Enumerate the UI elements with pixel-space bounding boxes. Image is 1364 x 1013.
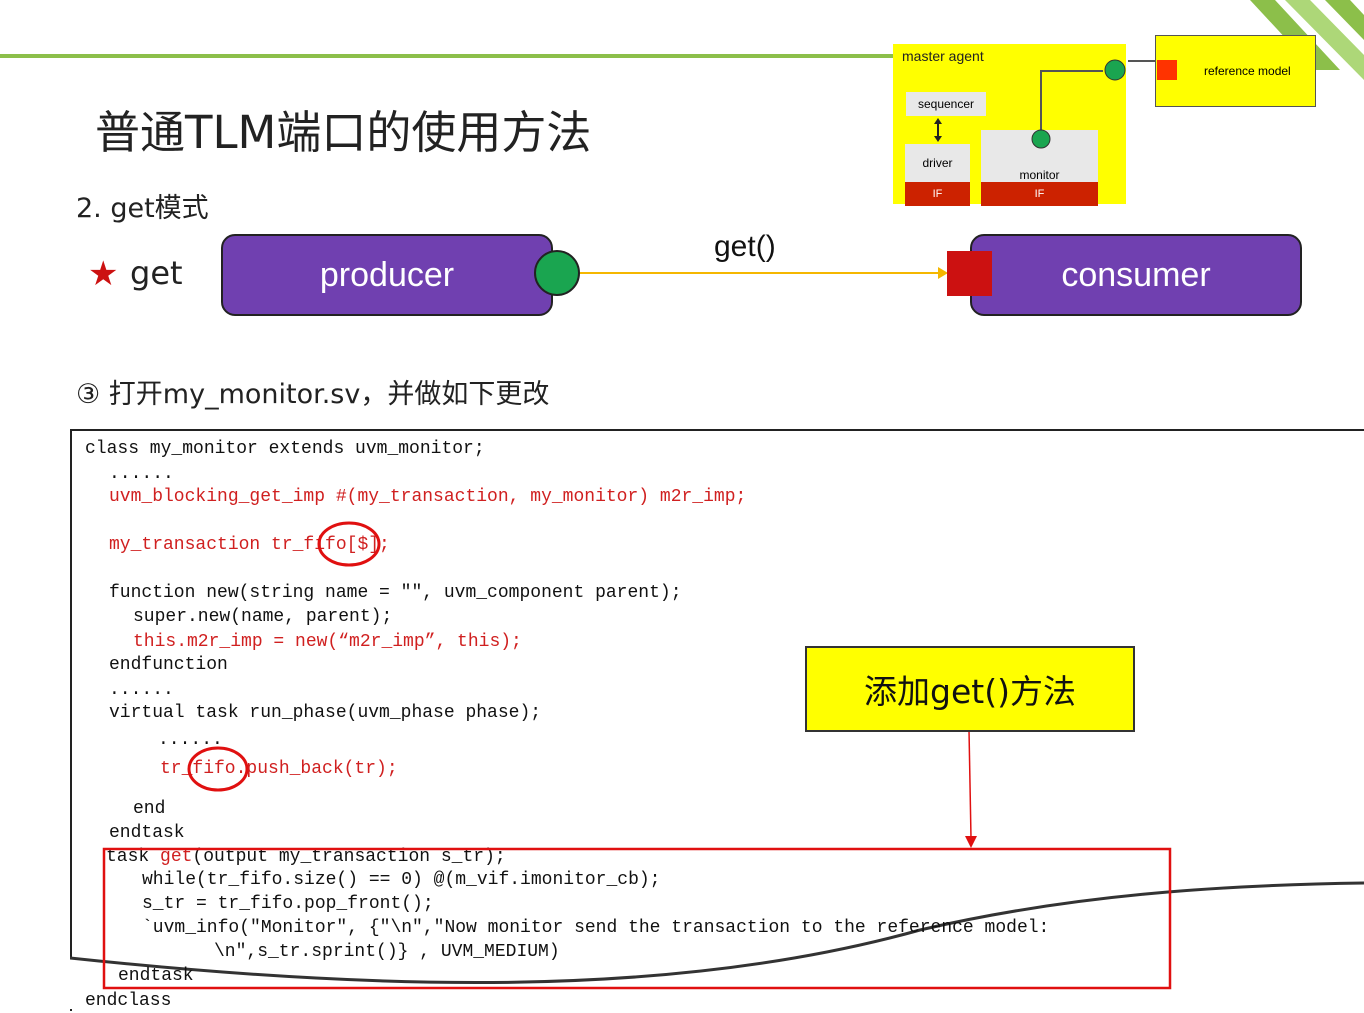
get-mode-label: get	[130, 254, 183, 292]
slide-title: 普通TLM端口的使用方法	[95, 106, 592, 159]
producer-box: producer	[221, 234, 553, 316]
add-get-callout: 添加get()方法	[805, 646, 1135, 732]
get-signature: (output my_transaction s_tr);	[192, 847, 506, 867]
get-method-name: get	[160, 847, 193, 867]
get-port-icon	[534, 250, 580, 296]
reference-model-label: reference model	[1204, 64, 1291, 78]
code-line-11: ......	[158, 730, 223, 750]
code-line-3: uvm_blocking_get_imp #(my_transaction, m…	[109, 487, 747, 507]
code-line-8: endfunction	[109, 655, 228, 675]
mini-connections	[934, 59, 1126, 149]
consumer-label: consumer	[1061, 255, 1211, 294]
code-line-14: endtask	[109, 823, 185, 843]
code-line-9: ......	[109, 680, 174, 700]
star-icon: ★	[88, 254, 119, 294]
callout-text: 添加get()方法	[864, 672, 1076, 711]
consumer-box: consumer	[970, 234, 1302, 316]
code-line-6: super.new(name, parent);	[133, 607, 393, 627]
code-line-7: this.m2r_imp = new(“m2r_imp”, this);	[133, 632, 522, 652]
section-subtitle: 2. get模式	[76, 193, 209, 224]
code-line-21: endclass	[85, 991, 172, 1011]
producer-label: producer	[319, 255, 455, 294]
ref-link-line	[1128, 60, 1156, 62]
code-line-4: my_transaction tr_fifo[$];	[109, 535, 390, 555]
header-accent-line	[0, 54, 895, 58]
code-line-2: ......	[109, 464, 174, 484]
reference-model-block: reference model	[1155, 35, 1316, 107]
code-line-20: endtask	[118, 966, 194, 986]
code-line-19: \n",s_tr.sprint()} , UVM_MEDIUM)	[214, 942, 560, 962]
code-line-5: function new(string name = "", uvm_compo…	[109, 583, 682, 603]
imp-port-icon	[947, 251, 992, 296]
code-line-17: s_tr = tr_fifo.pop_front();	[142, 894, 434, 914]
step-instruction: ③ 打开my_monitor.sv，并做如下更改	[76, 379, 550, 410]
get-call-label: get()	[714, 230, 776, 263]
code-line-12: tr_fifo.push_back(tr);	[160, 759, 398, 779]
code-line-18: `uvm_info("Monitor", {"\n","Now monitor …	[142, 918, 1050, 938]
code-line-13: end	[133, 799, 166, 819]
code-line-1: class my_monitor extends uvm_monitor;	[85, 439, 485, 459]
code-line-10: virtual task run_phase(uvm_phase phase);	[109, 703, 542, 723]
ref-imp-port-icon	[1157, 60, 1177, 80]
master-agent-diagram: master agent sequencer driver IF monitor…	[893, 44, 1126, 206]
code-line-15: task get(output my_transaction s_tr);	[106, 845, 506, 869]
task-keyword: task	[106, 847, 161, 867]
code-line-16: while(tr_fifo.size() == 0) @(m_vif.imoni…	[142, 870, 661, 890]
